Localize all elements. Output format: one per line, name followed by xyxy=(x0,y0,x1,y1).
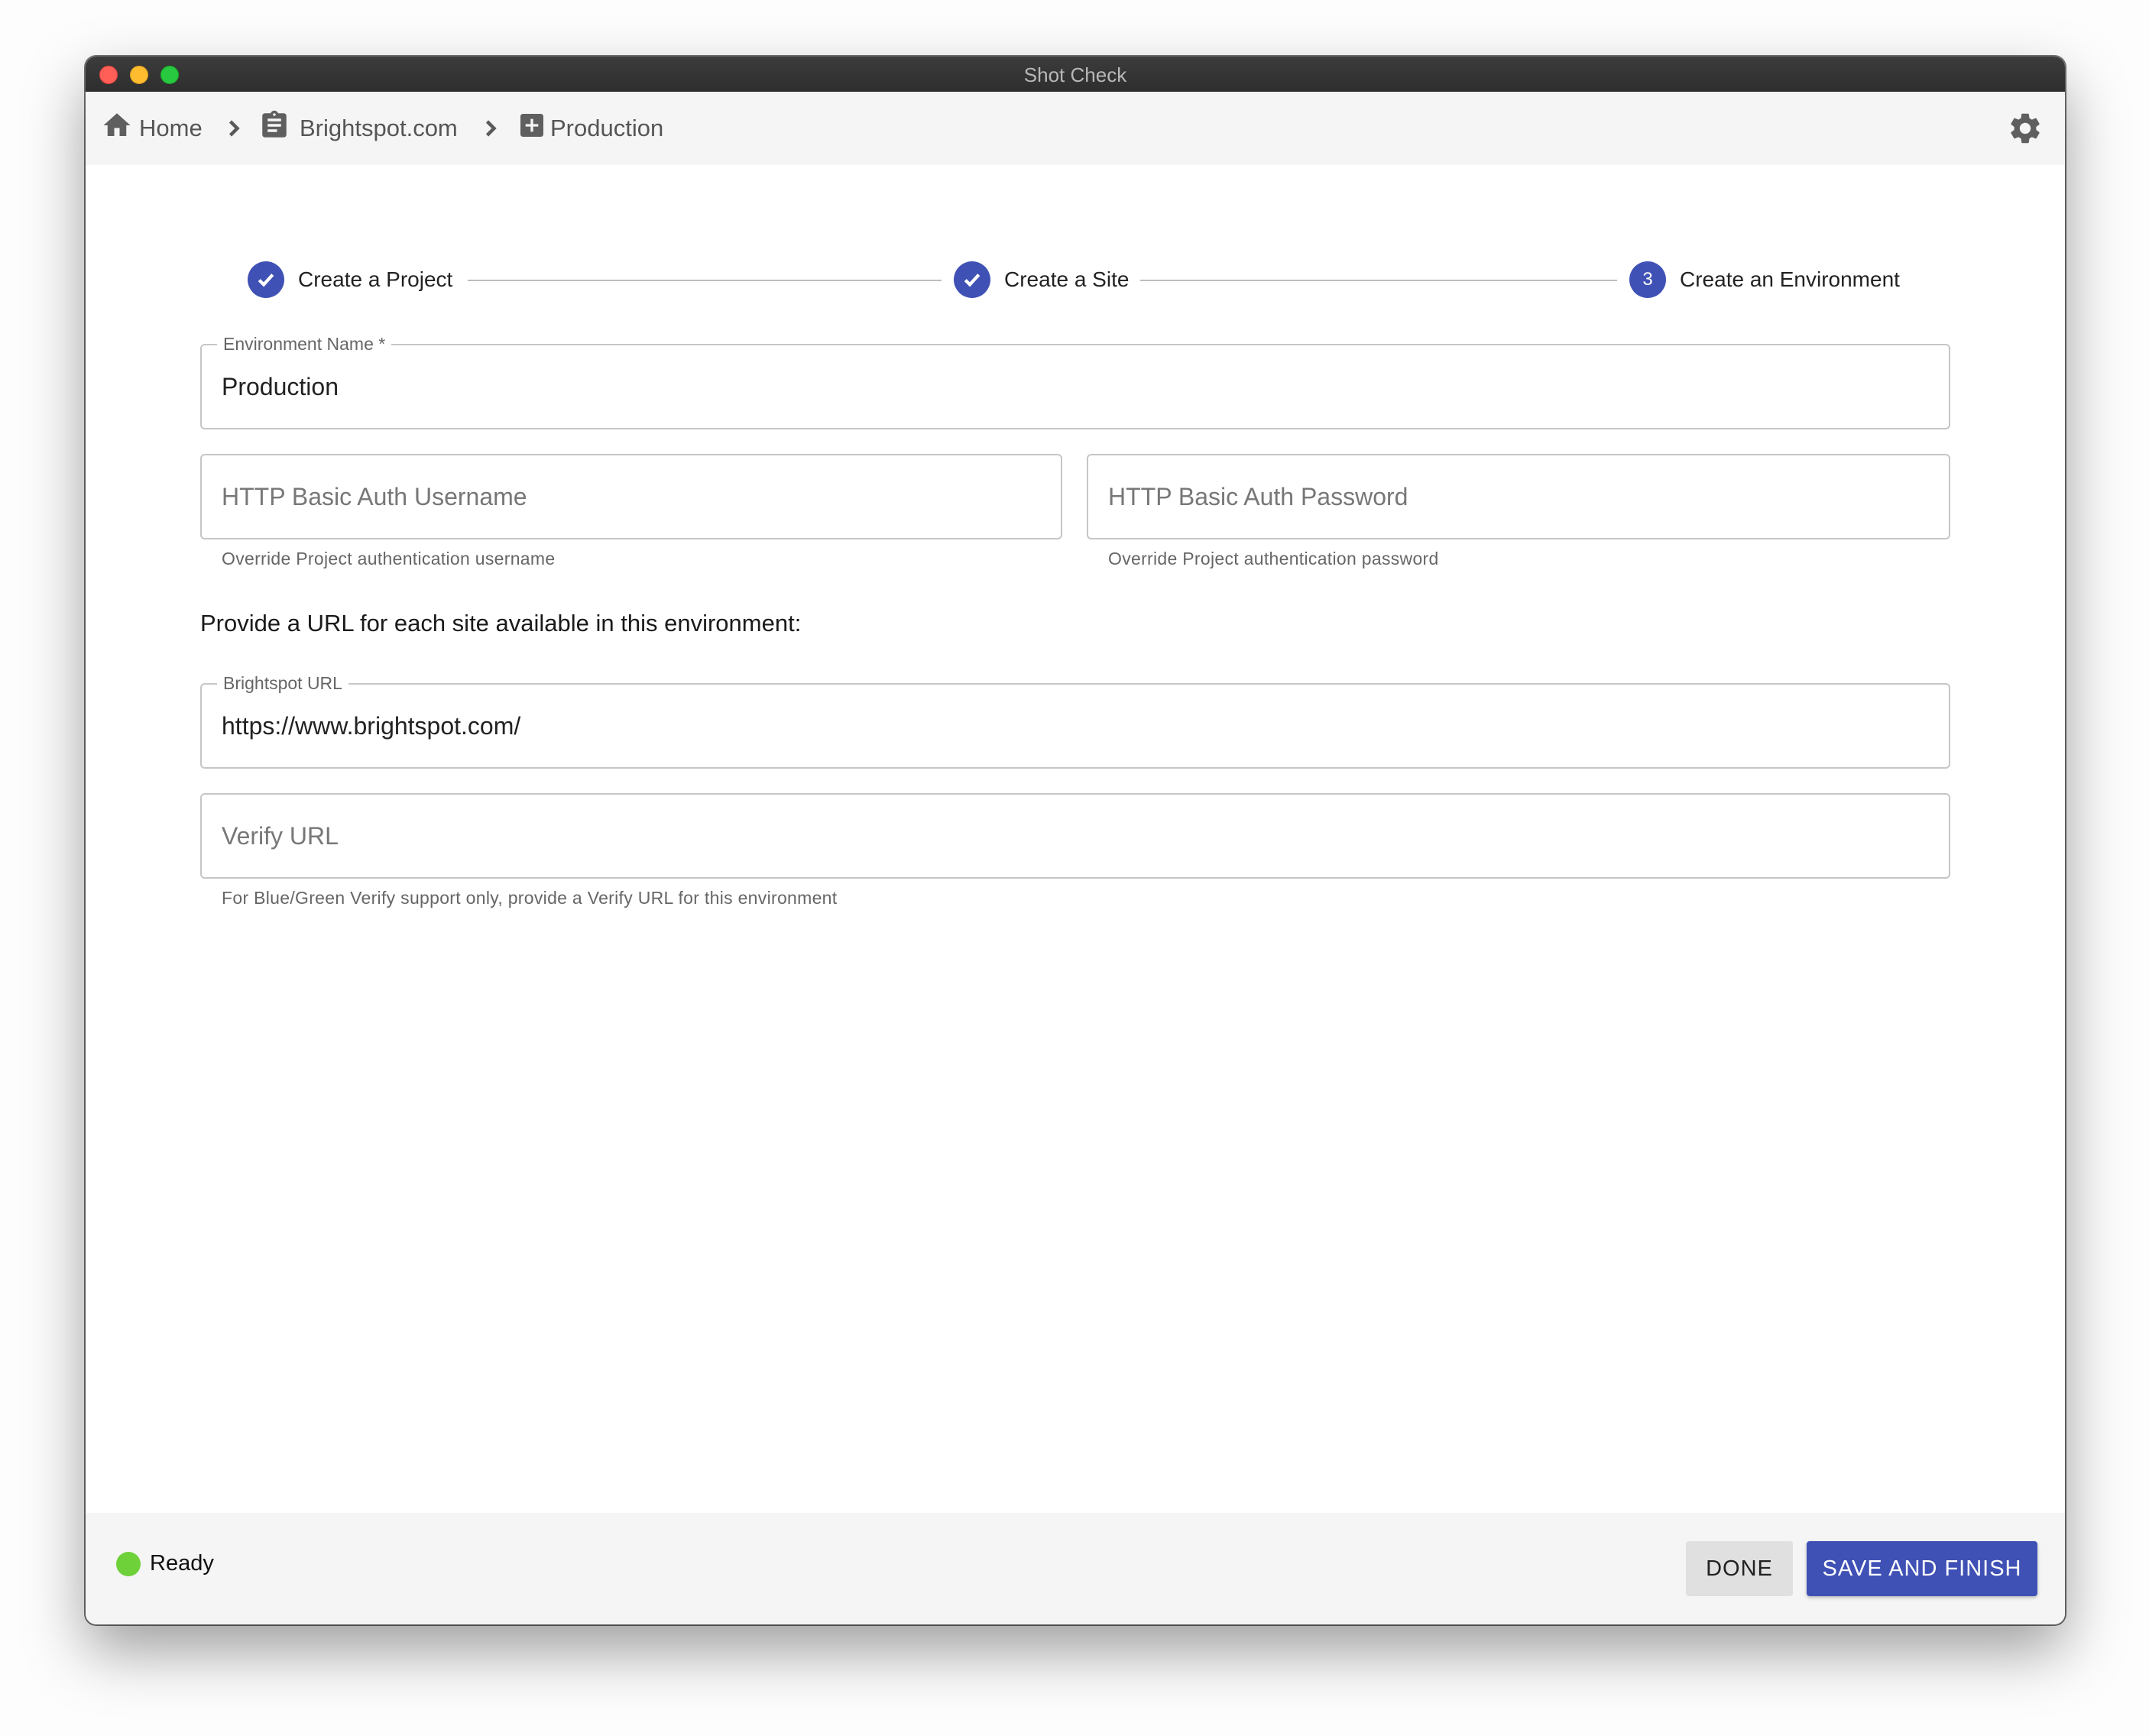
window-title: Shot Check xyxy=(1023,63,1127,86)
breadcrumb-current-label: Production xyxy=(550,115,664,141)
step-connector xyxy=(468,280,942,281)
breadcrumb-project[interactable]: Brightspot.com xyxy=(258,92,458,165)
urls-prompt: Provide a URL for each site available in… xyxy=(200,610,802,636)
save-and-finish-button[interactable]: SAVE AND FINISH xyxy=(1807,1541,2037,1596)
breadcrumb-project-label: Brightspot.com xyxy=(300,115,458,141)
status-dot xyxy=(116,1551,141,1576)
step-connector xyxy=(1140,280,1617,281)
clipboard-icon xyxy=(258,109,290,147)
auth-username-placeholder: HTTP Basic Auth Username xyxy=(222,482,527,510)
stepper: Create a Project Create a Site 3 Create … xyxy=(86,257,2065,303)
auth-password-placeholder: HTTP Basic Auth Password xyxy=(1108,482,1408,510)
add-box-icon xyxy=(517,110,547,147)
breadcrumb-home[interactable]: Home xyxy=(101,92,203,165)
verify-url-placeholder: Verify URL xyxy=(222,821,339,850)
auth-password-field[interactable]: HTTP Basic Auth Password xyxy=(1087,454,1950,539)
environment-name-value: Production xyxy=(222,372,339,400)
footer-bar: Ready DONE SAVE AND FINISH xyxy=(86,1513,2065,1624)
step-label: Create a Project xyxy=(298,267,453,291)
step-number: 3 xyxy=(1629,261,1666,298)
chevron-right-icon xyxy=(477,115,504,142)
gear-icon xyxy=(2007,113,2044,150)
step-create-project: Create a Project xyxy=(248,257,452,303)
environment-name-field[interactable]: Environment Name * Production xyxy=(200,335,1950,429)
app-window: Shot Check Home Brightspot.com Productio… xyxy=(86,57,2065,1624)
auth-password-helper: Override Project authentication password xyxy=(1108,549,1439,568)
breadcrumb-home-label: Home xyxy=(139,115,203,141)
step-label: Create a Site xyxy=(1004,267,1130,291)
brightspot-url-field[interactable]: Brightspot URL https://www.brightspot.co… xyxy=(200,674,1950,769)
auth-username-helper: Override Project authentication username xyxy=(222,549,556,568)
desktop-background: Shot Check Home Brightspot.com Productio… xyxy=(0,0,2149,1736)
breadcrumb: Home Brightspot.com Production xyxy=(86,92,2065,165)
breadcrumb-current: Production xyxy=(517,92,663,165)
status-indicator: Ready xyxy=(116,1551,214,1576)
auth-username-field[interactable]: HTTP Basic Auth Username xyxy=(200,454,1062,539)
check-icon xyxy=(954,261,990,298)
chevron-right-icon xyxy=(220,115,248,142)
done-button[interactable]: DONE xyxy=(1686,1541,1793,1596)
check-icon xyxy=(248,261,284,298)
step-label: Create an Environment xyxy=(1680,267,1900,291)
brightspot-url-value: https://www.brightspot.com/ xyxy=(222,711,521,740)
step-create-site: Create a Site xyxy=(954,257,1129,303)
status-text: Ready xyxy=(150,1551,214,1576)
title-bar: Shot Check xyxy=(86,57,2065,92)
verify-url-field[interactable]: Verify URL xyxy=(200,793,1950,879)
home-icon xyxy=(101,109,133,147)
settings-button[interactable] xyxy=(2007,110,2044,147)
verify-url-helper: For Blue/Green Verify support only, prov… xyxy=(222,888,838,908)
step-create-environment: 3 Create an Environment xyxy=(1629,257,1900,303)
